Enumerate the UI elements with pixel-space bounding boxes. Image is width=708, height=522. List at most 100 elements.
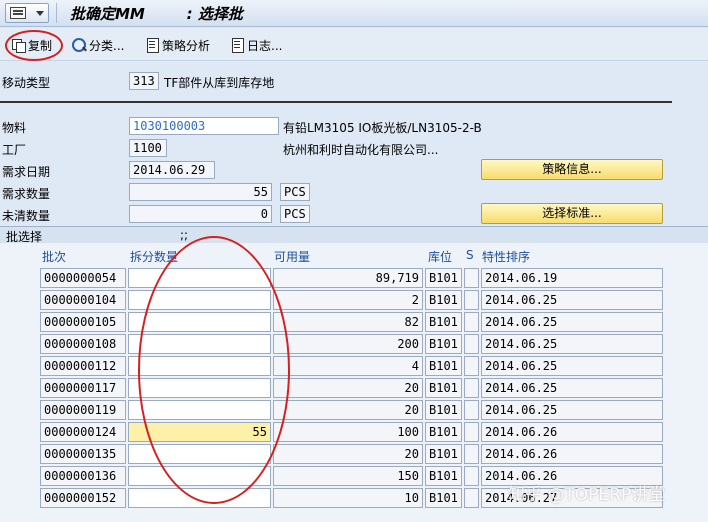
sort-characteristic-cell: 2014.06.25 [481,378,663,398]
split-qty-input[interactable]: 55 [128,422,271,442]
classify-button[interactable]: 分类... [72,35,124,55]
application-toolbar: 复制 分类... 策略分析 日志... [0,28,708,61]
log-icon [230,38,244,53]
available-qty-cell: 100 [273,422,423,442]
split-qty-input[interactable] [128,334,271,354]
batch-cell: 0000000124 [40,422,126,442]
material-label: 物料 [2,121,27,135]
column-header-batch[interactable]: 批次 [42,248,66,265]
batch-cell: 0000000105 [40,312,126,332]
available-qty-cell: 82 [273,312,423,332]
split-qty-input[interactable] [128,312,271,332]
s-cell [464,290,479,310]
plant-description: 杭州和利时自动化有限公司... [283,143,439,157]
copy-icon [11,38,26,53]
batch-cell: 0000000117 [40,378,126,398]
classify-button-label: 分类... [89,38,125,53]
open-qty-unit: PCS [280,205,310,223]
strategy-analysis-button[interactable]: 策略分析 [145,35,210,55]
sort-characteristic-cell: 2014.06.25 [481,312,663,332]
title-separator [56,3,57,23]
column-header-storage[interactable]: 库位 [428,248,452,265]
system-menu-button[interactable] [5,3,49,23]
requirement-date-field: 2014.06.29 [129,161,215,179]
title-bar: 批确定MM : 选择批 [0,0,708,27]
log-button-label: 日志... [247,38,283,53]
section-marker: ;; [180,228,189,242]
storage-location-cell: B101 [425,444,462,464]
batch-cell: 0000000054 [40,268,126,288]
s-cell [464,334,479,354]
split-qty-input[interactable] [128,444,271,464]
divider [0,101,672,103]
material-field[interactable]: 1030100003 [129,117,279,135]
sort-characteristic-cell: 2014.06.25 [481,290,663,310]
s-cell [464,422,479,442]
requirement-qty-label: 需求数量 [2,187,51,201]
split-qty-input[interactable] [128,378,271,398]
chevron-down-icon [36,11,44,16]
movement-type-text: TF部件从库到库存地 [164,76,275,90]
requirement-qty-unit: PCS [280,183,310,201]
material-description: 有铅LM3105 IO板光板/LN3105-2-B [283,121,482,135]
plant-label: 工厂 [2,143,27,157]
sort-characteristic-cell: 2014.06.19 [481,268,663,288]
storage-location-cell: B101 [425,488,462,508]
split-qty-input[interactable] [128,466,271,486]
available-qty-cell: 20 [273,378,423,398]
storage-location-cell: B101 [425,422,462,442]
split-qty-input[interactable] [128,268,271,288]
batch-cell: 0000000112 [40,356,126,376]
requirement-qty-field: 55 [129,183,272,201]
split-qty-input[interactable] [128,356,271,376]
movement-type-label: 移动类型 [2,76,51,90]
search-icon [72,38,86,52]
column-header-available[interactable]: 可用量 [274,248,310,265]
column-header-sort[interactable]: 特性排序 [482,248,530,265]
sort-characteristic-cell: 2014.06.26 [481,444,663,464]
batch-cell: 0000000104 [40,290,126,310]
open-qty-label: 未清数量 [2,209,51,223]
batch-cell: 0000000135 [40,444,126,464]
s-cell [464,466,479,486]
s-cell [464,268,479,288]
available-qty-cell: 150 [273,466,423,486]
sort-characteristic-cell: 2014.06.25 [481,334,663,354]
s-cell [464,400,479,420]
batch-cell: 0000000108 [40,334,126,354]
menu-icon [10,7,26,19]
storage-location-cell: B101 [425,268,462,288]
available-qty-cell: 4 [273,356,423,376]
requirement-date-label: 需求日期 [2,165,51,179]
sort-characteristic-cell: 2014.06.25 [481,400,663,420]
batch-selection-header: 批选择 ;; [0,226,708,244]
sort-characteristic-cell: 2014.06.26 [481,422,663,442]
column-header-s[interactable]: S [466,248,474,262]
s-cell [464,488,479,508]
select-criteria-button[interactable]: 选择标准... [481,203,663,224]
storage-location-cell: B101 [425,356,462,376]
storage-location-cell: B101 [425,290,462,310]
log-button[interactable]: 日志... [230,35,282,55]
copy-button-label: 复制 [28,38,53,53]
column-header-split-qty[interactable]: 拆分数量 [130,248,178,265]
available-qty-cell: 89,719 [273,268,423,288]
available-qty-cell: 20 [273,444,423,464]
storage-location-cell: B101 [425,400,462,420]
open-qty-field: 0 [129,205,272,223]
strategy-info-button[interactable]: 策略信息... [481,159,663,180]
page-title: 批确定MM : 选择批 [70,5,243,23]
copy-button[interactable]: 复制 [11,35,52,55]
split-qty-input[interactable] [128,400,271,420]
plant-field: 1100 [129,139,167,157]
split-qty-input[interactable] [128,488,271,508]
batch-cell: 0000000152 [40,488,126,508]
storage-location-cell: B101 [425,334,462,354]
split-qty-input[interactable] [128,290,271,310]
available-qty-cell: 20 [273,400,423,420]
storage-location-cell: B101 [425,378,462,398]
available-qty-cell: 2 [273,290,423,310]
s-cell [464,312,479,332]
available-qty-cell: 10 [273,488,423,508]
watermark: 知乎 @TOPERP讲堂 [508,485,666,505]
